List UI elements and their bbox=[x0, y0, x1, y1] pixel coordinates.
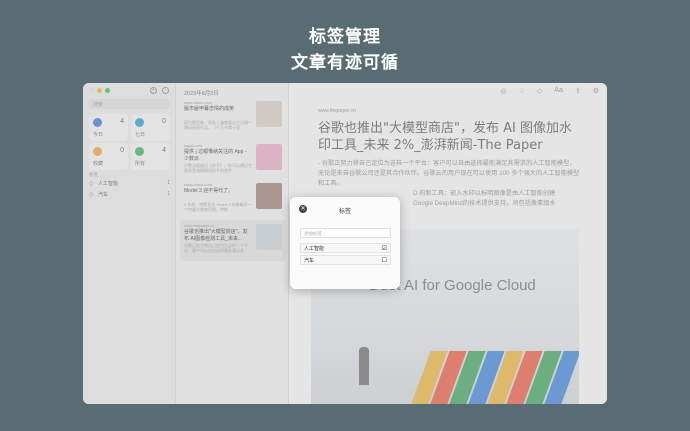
tag-option-row[interactable]: 人工智能 ☑ bbox=[300, 243, 391, 253]
tag-checkbox[interactable]: ☑ bbox=[382, 245, 387, 252]
tag-option-label: 人工智能 bbox=[304, 245, 325, 252]
promo-headline-1: 标签管理 bbox=[309, 27, 381, 47]
promo-headline-2: 文章有迹可循 bbox=[291, 53, 399, 73]
tag-option-label: 汽车 bbox=[304, 257, 315, 264]
tag-checkbox[interactable]: ☐ bbox=[382, 257, 387, 264]
tag-option-row[interactable]: 汽车 ☐ bbox=[300, 255, 391, 265]
modal-title: 标签 bbox=[338, 209, 351, 215]
tag-modal: ✕ 标签 添加标签 人工智能 ☑ 汽车 ☐ bbox=[290, 197, 400, 289]
add-tag-input[interactable]: 添加标签 bbox=[300, 228, 391, 238]
app-window: + · 搜索 4 今日 0 七日 0 收藏 4 所有 标签 ◇ 人工智能 1 ◇… bbox=[83, 83, 607, 404]
